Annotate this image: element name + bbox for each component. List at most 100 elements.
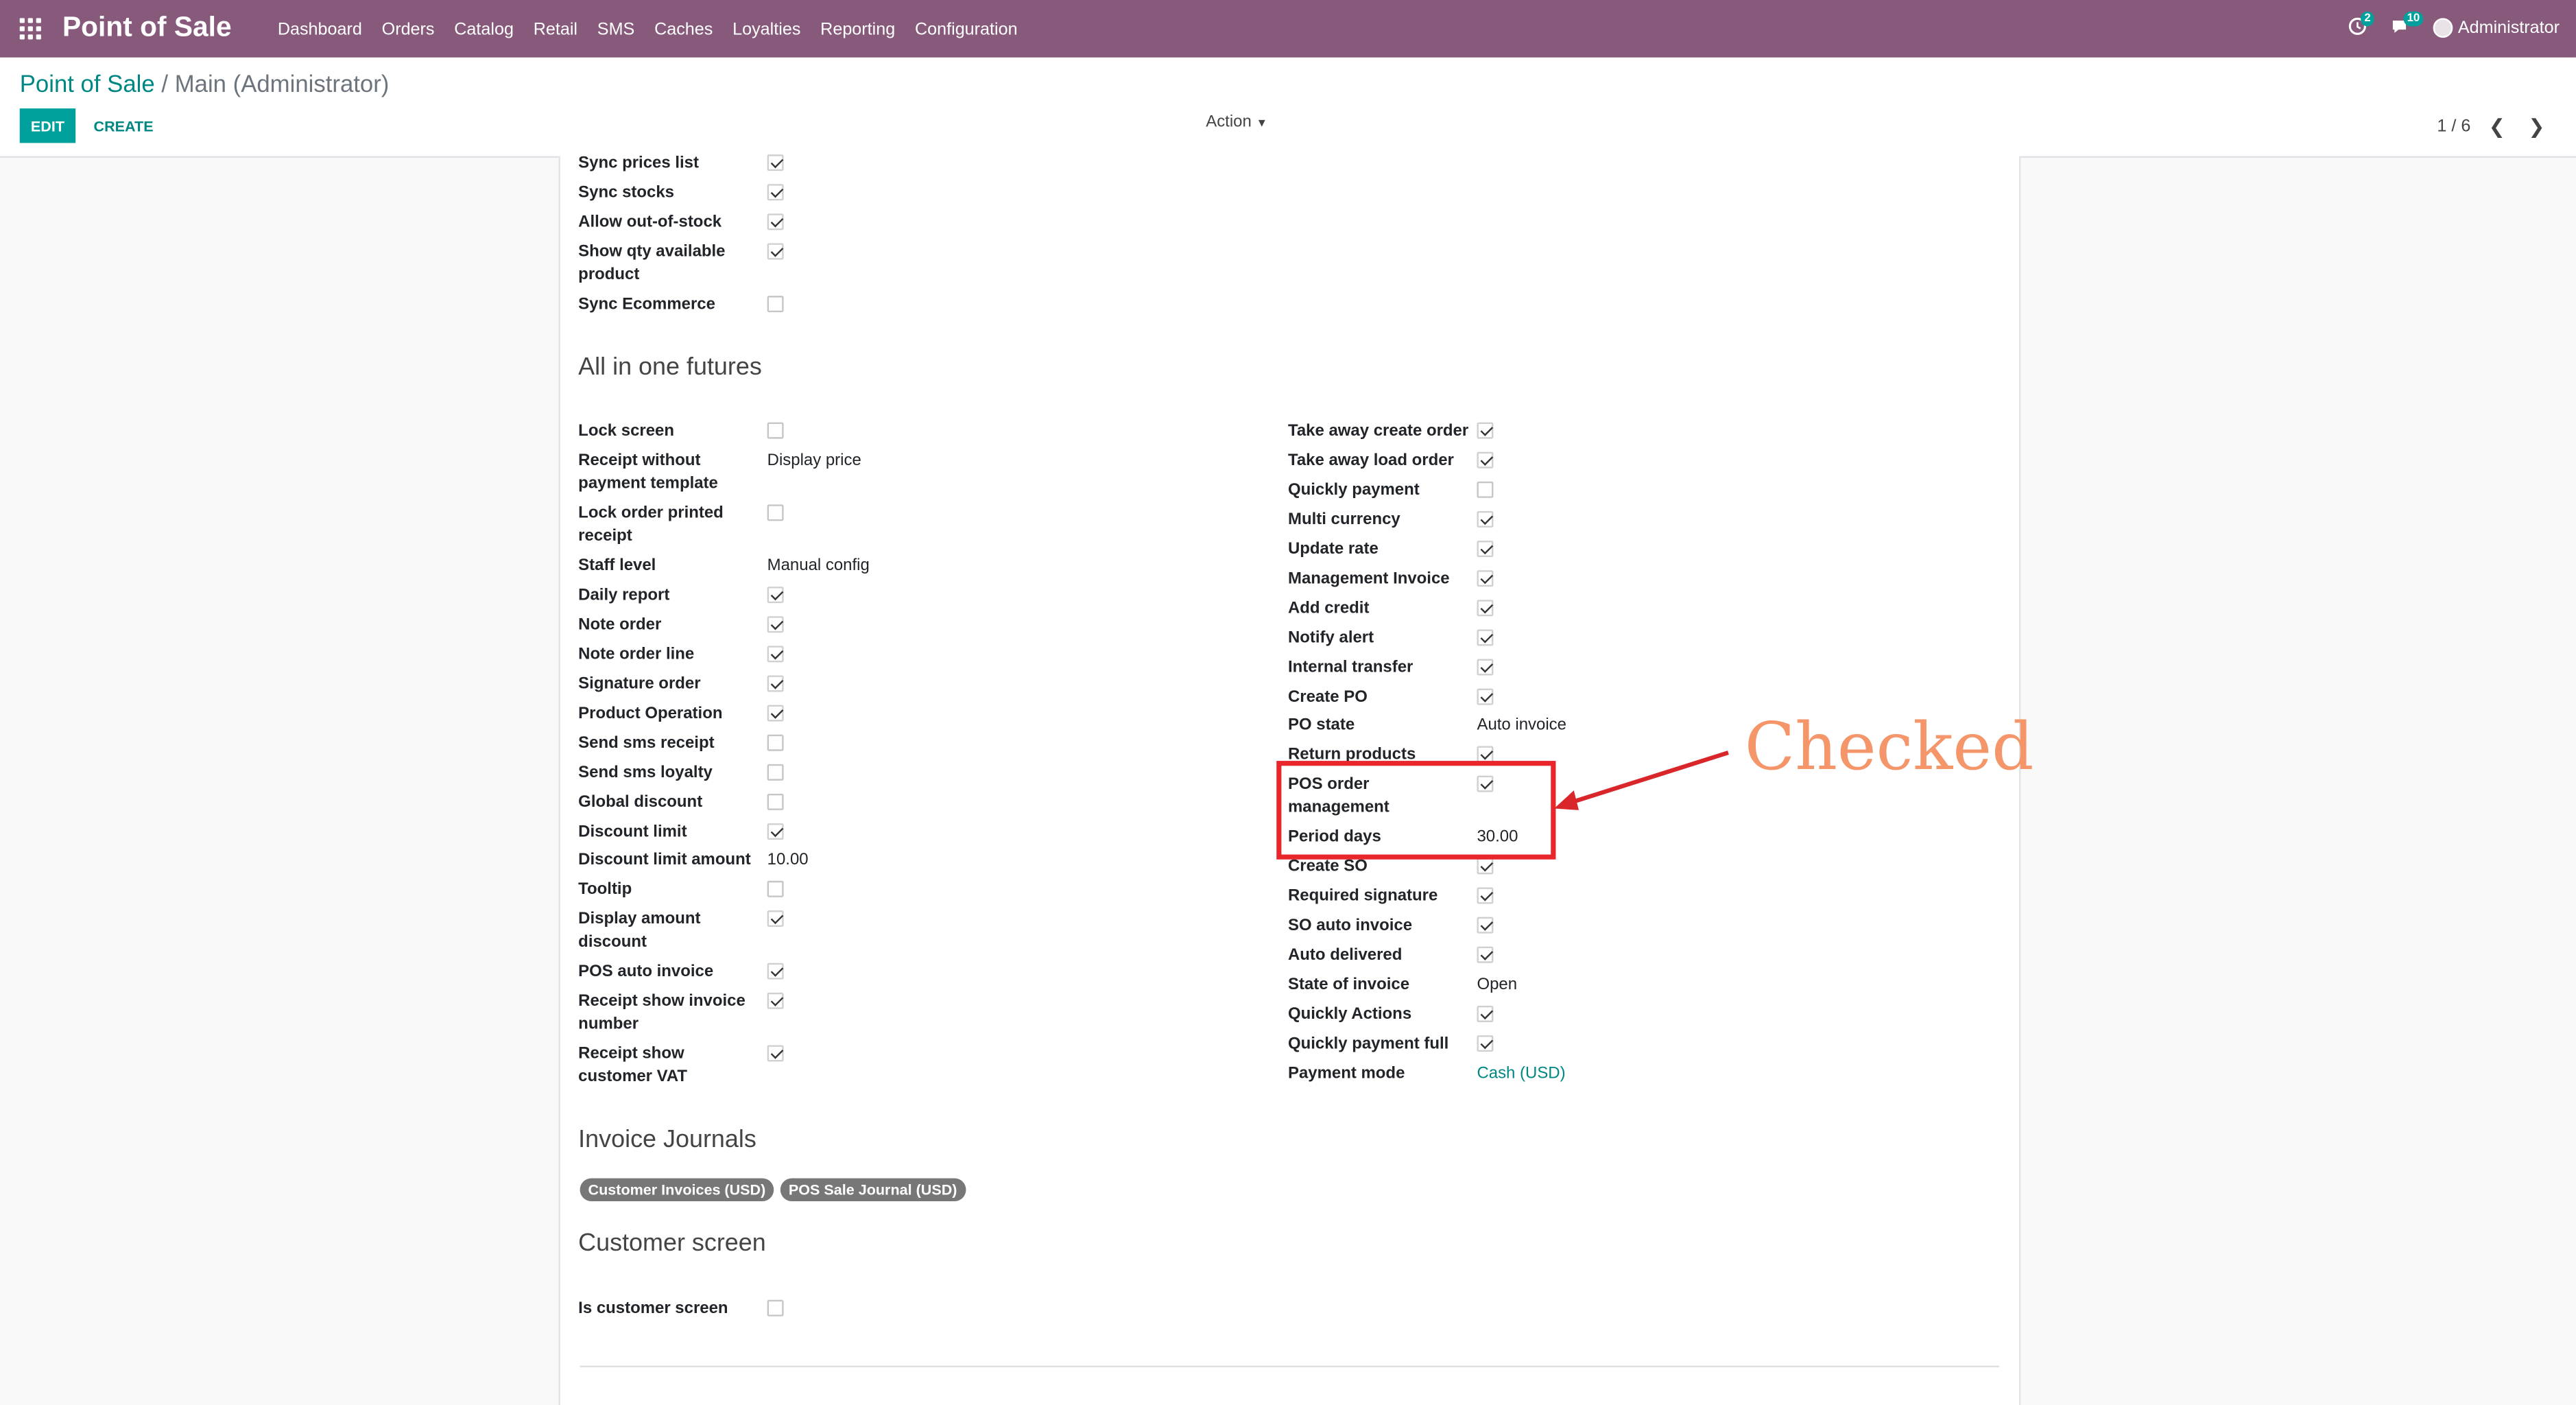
field-label: Send sms loyalty bbox=[578, 764, 713, 783]
checkbox[interactable] bbox=[1477, 422, 1494, 439]
field-label: Lock order printed receipt bbox=[578, 504, 724, 546]
checkbox[interactable] bbox=[767, 422, 784, 439]
checkbox[interactable] bbox=[767, 1299, 784, 1317]
edit-button[interactable]: EDIT bbox=[19, 108, 76, 143]
field-label: Note order line bbox=[578, 646, 695, 664]
checkbox[interactable] bbox=[767, 705, 784, 722]
field-value[interactable]: Cash (USD) bbox=[1477, 1063, 1565, 1087]
annotation-highlight-box bbox=[1276, 761, 1556, 860]
menu-catalog[interactable]: Catalog bbox=[454, 20, 514, 40]
checkbox[interactable] bbox=[1477, 600, 1494, 617]
checkbox[interactable] bbox=[767, 823, 784, 840]
field-label: Quickly Actions bbox=[1287, 1005, 1412, 1024]
journal-tag[interactable]: Customer Invoices (USD) bbox=[580, 1178, 774, 1202]
checkbox[interactable] bbox=[767, 616, 784, 633]
field-label: PO state bbox=[1287, 716, 1355, 735]
field-value: Manual config bbox=[767, 557, 870, 576]
checkbox[interactable] bbox=[1477, 510, 1494, 528]
checkbox[interactable] bbox=[767, 504, 784, 521]
pager-value[interactable]: 1 / 6 bbox=[2437, 117, 2470, 137]
breadcrumb-separator: / bbox=[161, 72, 169, 99]
checkbox[interactable] bbox=[1477, 858, 1494, 875]
app-brand[interactable]: Point of Sale bbox=[62, 12, 232, 45]
field-label: Notify alert bbox=[1287, 629, 1374, 648]
field-label: Take away create order bbox=[1287, 422, 1469, 440]
breadcrumb-current: Main (Administrator) bbox=[174, 72, 390, 99]
field-label: Signature order bbox=[578, 675, 701, 694]
field-label: Receipt show invoice number bbox=[578, 992, 746, 1034]
field-label: Global discount bbox=[578, 793, 703, 812]
field-label: Add credit bbox=[1287, 600, 1370, 618]
menu-sms[interactable]: SMS bbox=[597, 20, 635, 40]
activity-clock-icon[interactable]: 2 bbox=[2348, 11, 2374, 40]
action-dropdown[interactable]: Action ▼ bbox=[1206, 113, 1267, 131]
apps-menu-icon[interactable] bbox=[19, 18, 41, 40]
divider bbox=[580, 1365, 2000, 1367]
checkbox[interactable] bbox=[1477, 481, 1494, 498]
systray: 2 10 Administrator bbox=[2348, 11, 2560, 40]
field-label: Create SO bbox=[1287, 858, 1368, 876]
breadcrumb: Point of Sale / Main (Administrator) bbox=[20, 72, 390, 98]
field-label: Lock screen bbox=[578, 422, 675, 440]
checkbox[interactable] bbox=[767, 1045, 784, 1062]
checkbox[interactable] bbox=[1477, 917, 1494, 934]
checkbox[interactable] bbox=[1477, 570, 1494, 587]
field-value: 10.00 bbox=[767, 851, 809, 870]
menu-reporting[interactable]: Reporting bbox=[820, 20, 895, 40]
checkbox[interactable] bbox=[767, 793, 784, 810]
journal-tag[interactable]: POS Sale Journal (USD) bbox=[780, 1178, 966, 1202]
field-label: Staff level bbox=[578, 557, 656, 576]
field-label: Discount limit bbox=[578, 823, 687, 842]
checkbox[interactable] bbox=[767, 296, 784, 313]
checkbox[interactable] bbox=[1477, 946, 1494, 963]
checkbox[interactable] bbox=[1477, 887, 1494, 904]
menu-retail[interactable]: Retail bbox=[534, 20, 577, 40]
checkbox[interactable] bbox=[1477, 629, 1494, 646]
field-label: Take away load order bbox=[1287, 451, 1454, 471]
checkbox[interactable] bbox=[1477, 688, 1494, 705]
checkbox[interactable] bbox=[1477, 541, 1494, 558]
chevron-right-icon[interactable]: ❯ bbox=[2523, 115, 2549, 139]
checkbox[interactable] bbox=[767, 963, 784, 980]
checkbox[interactable] bbox=[767, 992, 784, 1009]
checkbox[interactable] bbox=[767, 184, 784, 201]
breadcrumb-root[interactable]: Point of Sale bbox=[20, 72, 155, 98]
field-label: Required signature bbox=[1287, 887, 1438, 906]
field-label: Multi currency bbox=[1287, 510, 1400, 530]
checkbox[interactable] bbox=[767, 587, 784, 604]
checkbox[interactable] bbox=[767, 675, 784, 692]
checkbox[interactable] bbox=[1477, 451, 1494, 469]
checkbox[interactable] bbox=[1477, 746, 1494, 763]
chevron-left-icon[interactable]: ❮ bbox=[2484, 115, 2510, 139]
create-button[interactable]: CREATE bbox=[84, 108, 163, 143]
checkbox[interactable] bbox=[767, 243, 784, 260]
checkbox[interactable] bbox=[767, 213, 784, 231]
checkbox[interactable] bbox=[767, 764, 784, 781]
menu-configuration[interactable]: Configuration bbox=[915, 20, 1018, 40]
checkbox[interactable] bbox=[767, 646, 784, 663]
checkbox[interactable] bbox=[767, 734, 784, 751]
menu-orders[interactable]: Orders bbox=[382, 20, 435, 40]
field-label: Sync stocks bbox=[578, 184, 675, 202]
field-label: Receipt without payment template bbox=[578, 451, 718, 493]
checkbox[interactable] bbox=[767, 880, 784, 897]
menu-dashboard[interactable]: Dashboard bbox=[278, 20, 362, 40]
checkbox[interactable] bbox=[767, 910, 784, 928]
checkbox[interactable] bbox=[1477, 659, 1494, 676]
user-menu[interactable]: Administrator bbox=[2433, 18, 2560, 38]
field-value: Display price bbox=[767, 451, 861, 471]
menu-loyalties[interactable]: Loyalties bbox=[732, 20, 800, 40]
invoice-journals-tags: Customer Invoices (USD) POS Sale Journal… bbox=[580, 1178, 966, 1202]
field-label: Internal transfer bbox=[1287, 659, 1414, 677]
pager: 1 / 6 ❮ ❯ bbox=[2437, 115, 2549, 139]
field-label: Quickly payment bbox=[1287, 481, 1420, 500]
checkbox[interactable] bbox=[1477, 1035, 1494, 1052]
field-label: Is customer screen bbox=[578, 1299, 728, 1319]
user-name: Administrator bbox=[2457, 18, 2560, 38]
field-value: Auto invoice bbox=[1477, 716, 1566, 735]
checkbox[interactable] bbox=[767, 154, 784, 172]
checkbox[interactable] bbox=[1477, 1005, 1494, 1022]
field-label: Auto delivered bbox=[1287, 946, 1403, 965]
menu-caches[interactable]: Caches bbox=[654, 20, 713, 40]
messages-chat-icon[interactable]: 10 bbox=[2391, 11, 2424, 40]
